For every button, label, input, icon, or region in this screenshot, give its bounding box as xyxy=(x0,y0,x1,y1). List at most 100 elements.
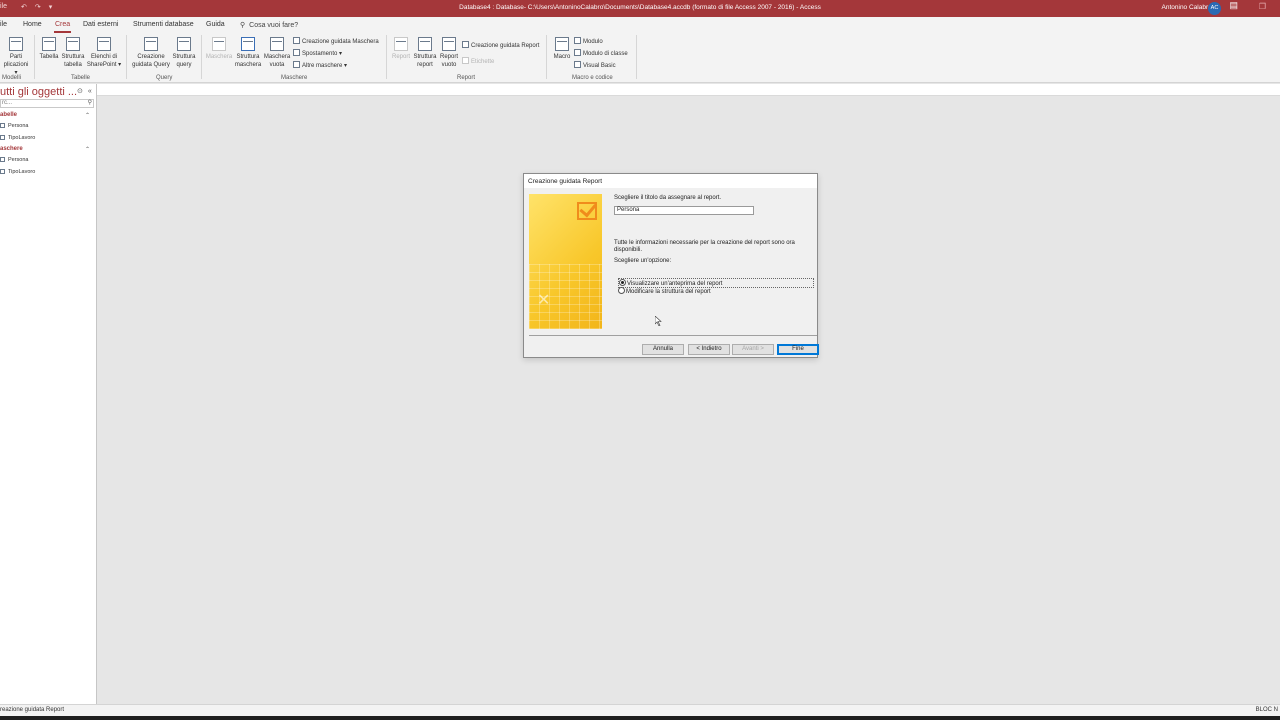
visual-basic-button[interactable]: Visual Basic xyxy=(574,61,616,69)
creazione-guidata-query-button[interactable]: Creazione guidata Query xyxy=(130,37,172,69)
creazione-guidata-maschera-button[interactable]: Creazione guidata Maschera xyxy=(293,37,379,45)
group-separator xyxy=(126,35,127,79)
modulo-label: Modulo xyxy=(583,39,603,45)
spostamento-button[interactable]: Spostamento ▾ xyxy=(293,49,342,57)
altre-maschere-button[interactable]: Altre maschere ▾ xyxy=(293,61,347,69)
struttura-report-button[interactable]: Struttura report xyxy=(412,37,438,69)
report-wizard-icon xyxy=(462,41,469,48)
report-button[interactable]: Report xyxy=(390,37,412,61)
nav-section-maschere[interactable]: aschere ⌃ xyxy=(0,146,92,153)
tabella-label: Tabella xyxy=(39,54,59,60)
wizard-illustration: ✕ xyxy=(529,194,602,329)
prompt-title-label: Scegliere il titolo da assegnare al repo… xyxy=(614,195,722,201)
struttura-maschera-label-1: Struttura xyxy=(236,54,260,60)
nav-item-form-tipolavoro[interactable]: TipoLavoro xyxy=(0,169,35,175)
struttura-report-label-1: Struttura xyxy=(413,54,437,60)
chevron-up-icon[interactable]: ⌃ xyxy=(85,112,90,119)
report-vuoto-label-2: vuoto xyxy=(441,62,457,68)
cancel-button[interactable]: Annulla xyxy=(642,344,684,355)
nav-item-form-persona[interactable]: Persona xyxy=(0,157,29,163)
etichette-label: Etichette xyxy=(471,59,495,65)
dialog-title-bar[interactable]: Creazione guidata Report xyxy=(524,174,817,188)
collapse-pane-icon[interactable]: « xyxy=(88,88,92,95)
form-icon xyxy=(0,169,5,174)
struttura-maschera-button[interactable]: Struttura maschera xyxy=(234,37,262,69)
title-bar: ile ↶ ↷ ▾ Database4 : Database- C:\Users… xyxy=(0,0,1280,17)
chevron-up-icon[interactable]: ⌃ xyxy=(85,146,90,153)
struttura-query-label-2: query xyxy=(176,62,192,68)
status-text: reazione guidata Report xyxy=(0,707,65,713)
report-design-icon xyxy=(418,37,432,51)
back-button[interactable]: < Indietro xyxy=(688,344,730,355)
user-name[interactable]: Antonino Calabro' xyxy=(1162,4,1213,11)
report-title-input[interactable]: Persona xyxy=(614,206,754,215)
navigation-icon xyxy=(293,49,300,56)
nav-search-input[interactable]: rc... ⚲ xyxy=(0,99,94,108)
form-icon xyxy=(0,157,5,162)
labels-icon xyxy=(462,57,469,64)
restore-icon[interactable]: ❐ xyxy=(1259,2,1266,11)
nav-item-table-persona[interactable]: Persona xyxy=(0,123,29,129)
struttura-query-button[interactable]: Struttura query xyxy=(172,37,196,69)
radio-modify-report[interactable]: Modificare la struttura del report xyxy=(618,287,711,295)
blank-report-icon xyxy=(442,37,456,51)
nav-section-tabelle[interactable]: abelle ⌃ xyxy=(0,112,92,119)
nav-title[interactable]: utti gli oggetti ... xyxy=(0,86,77,98)
macro-button[interactable]: Macro xyxy=(551,37,573,61)
ribbon-tabs: ile Home Crea Dati esterni Strumenti dat… xyxy=(0,17,1280,33)
finish-button[interactable]: Fine xyxy=(777,344,819,355)
avatar[interactable]: AC xyxy=(1208,2,1221,15)
tell-me-search[interactable]: ⚲ Cosa vuoi fare? xyxy=(240,21,298,29)
form-design-icon xyxy=(241,37,255,51)
nav-item-label: Persona xyxy=(8,157,29,163)
maschera-label: Maschera xyxy=(205,54,233,60)
tab-crea[interactable]: Crea xyxy=(53,21,72,33)
etichette-button[interactable]: Etichette xyxy=(462,57,494,65)
tell-me-label: Cosa vuoi fare? xyxy=(249,22,299,29)
parti-label-1: Parti xyxy=(9,54,23,60)
spostamento-label: Spostamento ▾ xyxy=(302,51,343,57)
table-icon xyxy=(0,135,5,140)
modulo-classe-button[interactable]: Modulo di classe xyxy=(574,49,628,57)
checkmark-icon xyxy=(577,202,597,220)
group-label-query: Query xyxy=(156,75,173,81)
elenchi-sharepoint-button[interactable]: Elenchi di SharePoint ▾ xyxy=(86,37,122,69)
window-title: Database4 : Database- C:\Users\AntoninoC… xyxy=(459,4,821,11)
maschera-vuota-button[interactable]: Maschera vuota xyxy=(263,37,291,69)
dialog-title: Creazione guidata Report xyxy=(528,178,603,185)
group-label-maschere: Maschere xyxy=(281,75,308,81)
creazione-guidata-report-button[interactable]: Creazione guidata Report xyxy=(462,41,539,49)
nav-item-label: TipoLavoro xyxy=(8,169,36,175)
tab-file[interactable]: ile xyxy=(0,21,7,28)
tab-home[interactable]: Home xyxy=(23,21,42,28)
radio-modify-label: Modificare la struttura del report xyxy=(626,289,711,295)
modulo-button[interactable]: Modulo xyxy=(574,37,603,45)
tab-strumenti-database[interactable]: Strumenti database xyxy=(133,21,194,28)
ribbon: Parti plicazioni ▾ Modelli Tabella Strut… xyxy=(0,33,1280,83)
group-label-modelli: Modelli xyxy=(2,75,22,81)
report-vuoto-button[interactable]: Report vuoto xyxy=(438,37,460,69)
nav-search-placeholder: rc... xyxy=(2,100,12,106)
parti-applicazioni-button[interactable]: Parti plicazioni ▾ xyxy=(2,37,30,77)
tab-guida[interactable]: Guida xyxy=(206,21,225,28)
nav-item-table-tipolavoro[interactable]: TipoLavoro xyxy=(0,135,35,141)
dialog-separator xyxy=(529,335,817,336)
struttura-tabella-button[interactable]: Struttura tabella xyxy=(60,37,86,69)
choose-option-label: Scegliere un'opzione: xyxy=(614,258,672,264)
group-separator xyxy=(386,35,387,79)
report-label: Report xyxy=(391,54,410,60)
creazione-report-label: Creazione guidata Report xyxy=(471,43,540,49)
tab-dati-esterni[interactable]: Dati esterni xyxy=(83,21,118,28)
maschera-vuota-label-2: vuota xyxy=(269,62,285,68)
ribbon-display-icon[interactable]: ▤ xyxy=(1229,0,1238,11)
macro-icon xyxy=(555,37,569,51)
search-icon[interactable]: ⚲ xyxy=(88,100,92,107)
status-bar: reazione guidata Report BLOC N xyxy=(0,704,1280,716)
document-tab-strip xyxy=(0,84,1280,96)
group-separator xyxy=(636,35,637,79)
next-button[interactable]: Avanti > xyxy=(732,344,774,355)
nav-menu-icon[interactable]: ⊙ xyxy=(77,88,83,95)
report-vuoto-label-1: Report xyxy=(439,54,458,60)
maschera-button[interactable]: Maschera xyxy=(205,37,233,61)
tabella-button[interactable]: Tabella xyxy=(38,37,60,61)
